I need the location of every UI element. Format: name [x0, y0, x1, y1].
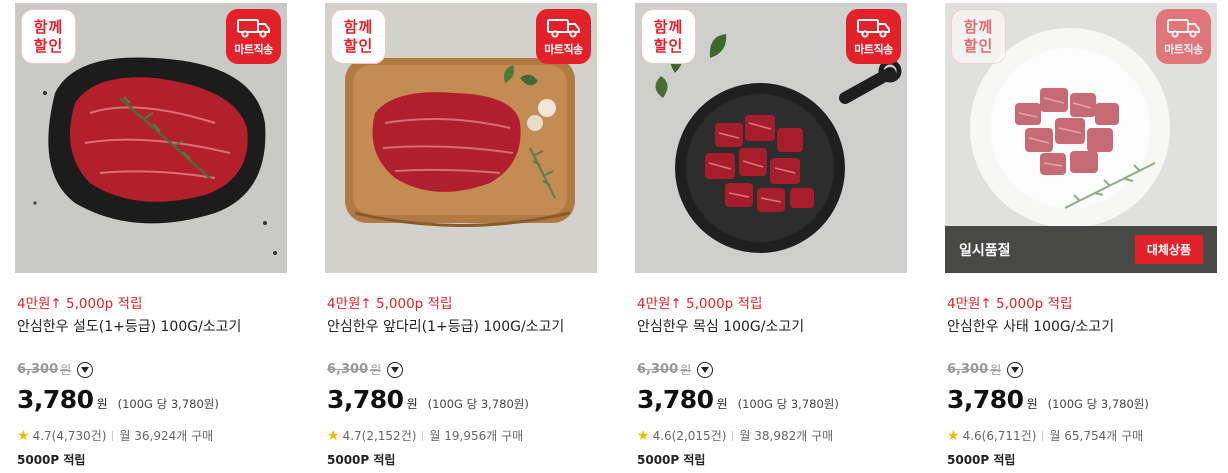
- original-price-unit: 원: [990, 363, 1002, 377]
- sale-price: 3,780: [17, 385, 94, 414]
- original-price-row: 6,300 원: [327, 361, 404, 378]
- mart-badge-label: 마트직송: [234, 42, 273, 56]
- soldout-bar: 일시품절 대체상품: [945, 226, 1217, 273]
- rating-row: ★ 4.7 (2,152건) 월 19,956개 구매: [327, 427, 523, 444]
- original-price-unit: 원: [60, 363, 72, 377]
- review-count[interactable]: (4,730건): [52, 427, 107, 444]
- original-price-row: 6,300 원: [637, 361, 714, 378]
- price-currency: 원: [406, 397, 418, 411]
- original-price: 6,300: [947, 362, 989, 377]
- sale-price: 3,780: [947, 385, 1024, 414]
- together-discount-badge: 함께 할인: [21, 9, 76, 64]
- rating-score: 4.7: [32, 428, 52, 443]
- monthly-purchases: 월 19,956개 구매: [429, 429, 524, 443]
- original-price-unit: 원: [680, 363, 692, 377]
- chevron-down-icon: [701, 366, 710, 373]
- rating-score: 4.7: [342, 428, 362, 443]
- rating-score: 4.6: [962, 428, 982, 443]
- mart-delivery-badge: 마트직송: [1156, 9, 1211, 64]
- sale-price-row: 3,780 원 (100G 당 3,780원): [947, 385, 1149, 414]
- reward-points: 5000P 적립: [947, 453, 1016, 467]
- mart-badge-label: 마트직송: [854, 42, 893, 56]
- mart-delivery-badge: 마트직송: [536, 9, 591, 64]
- unit-price: (100G 당 3,780원): [1047, 397, 1149, 411]
- together-discount-badge: 함께 할인: [951, 9, 1006, 64]
- together-discount-badge: 함께 할인: [641, 9, 696, 64]
- product-name[interactable]: 안심한우 설도(1+등급) 100G/소고기: [17, 316, 241, 336]
- star-icon: ★: [17, 427, 30, 444]
- divider: [732, 430, 734, 441]
- mart-badge-label: 마트직송: [544, 42, 583, 56]
- unit-price: (100G 당 3,780원): [737, 397, 839, 411]
- chevron-down-icon: [81, 366, 90, 373]
- truck-icon: [546, 18, 580, 38]
- reward-points: 5000P 적립: [327, 453, 396, 467]
- original-price-row: 6,300 원: [947, 361, 1024, 378]
- sale-price: 3,780: [637, 385, 714, 414]
- product-image[interactable]: 함께 할인 마트직송: [325, 3, 597, 273]
- original-price: 6,300: [637, 362, 679, 377]
- product-card[interactable]: 함께 할인 마트직송 일시품절 대체상품 4만원↑ 5,000p 적립 안심한우…: [945, 3, 1217, 473]
- product-image[interactable]: 함께 할인 마트직송: [15, 3, 287, 273]
- unit-price: (100G 당 3,780원): [427, 397, 529, 411]
- product-name[interactable]: 안심한우 사태 100G/소고기: [947, 316, 1114, 336]
- truck-icon: [236, 18, 270, 38]
- price-detail-toggle[interactable]: [387, 361, 404, 378]
- truck-icon: [1166, 18, 1200, 38]
- mart-badge-label: 마트직송: [1164, 42, 1203, 56]
- original-price-row: 6,300 원: [17, 361, 94, 378]
- price-currency: 원: [1026, 397, 1038, 411]
- divider: [112, 430, 114, 441]
- promo-text: 4만원↑ 5,000p 적립: [17, 296, 143, 312]
- monthly-purchases: 월 65,754개 구매: [1049, 429, 1144, 443]
- product-card[interactable]: 함께 할인 마트직송 4만원↑ 5,000p 적립 안심한우 목심 100G/소…: [635, 3, 907, 473]
- mart-delivery-badge: 마트직송: [226, 9, 281, 64]
- reward-points: 5000P 적립: [637, 453, 706, 467]
- product-image[interactable]: 함께 할인 마트직송 일시품절 대체상품: [945, 3, 1217, 273]
- rating-row: ★ 4.6 (2,015건) 월 38,982개 구매: [637, 427, 833, 444]
- product-image[interactable]: 함께 할인 마트직송: [635, 3, 907, 273]
- star-icon: ★: [947, 427, 960, 444]
- original-price: 6,300: [17, 362, 59, 377]
- original-price-unit: 원: [370, 363, 382, 377]
- promo-text: 4만원↑ 5,000p 적립: [637, 296, 763, 312]
- divider: [1042, 430, 1044, 441]
- chevron-down-icon: [391, 366, 400, 373]
- original-price: 6,300: [327, 362, 369, 377]
- product-card[interactable]: 함께 할인 마트직송 4만원↑ 5,000p 적립 안심한우 앞다리(1+등급)…: [325, 3, 597, 473]
- review-count[interactable]: (2,152건): [362, 427, 417, 444]
- promo-text: 4만원↑ 5,000p 적립: [947, 296, 1073, 312]
- reward-points: 5000P 적립: [17, 453, 86, 467]
- promo-text: 4만원↑ 5,000p 적립: [327, 296, 453, 312]
- sale-price-row: 3,780 원 (100G 당 3,780원): [637, 385, 839, 414]
- price-detail-toggle[interactable]: [1007, 361, 1024, 378]
- rating-row: ★ 4.7 (4,730건) 월 36,924개 구매: [17, 427, 213, 444]
- sale-price-row: 3,780 원 (100G 당 3,780원): [327, 385, 529, 414]
- product-card[interactable]: 함께 할인 마트직송 4만원↑ 5,000p 적립 안심한우 설도(1+등급) …: [15, 3, 287, 473]
- price-detail-toggle[interactable]: [77, 361, 94, 378]
- chevron-down-icon: [1011, 366, 1020, 373]
- price-detail-toggle[interactable]: [697, 361, 714, 378]
- review-count[interactable]: (2,015건): [672, 427, 727, 444]
- rating-row: ★ 4.6 (6,711건) 월 65,754개 구매: [947, 427, 1143, 444]
- product-name[interactable]: 안심한우 앞다리(1+등급) 100G/소고기: [327, 316, 564, 336]
- monthly-purchases: 월 38,982개 구매: [739, 429, 834, 443]
- rating-score: 4.6: [652, 428, 672, 443]
- price-currency: 원: [716, 397, 728, 411]
- product-name[interactable]: 안심한우 목심 100G/소고기: [637, 316, 804, 336]
- divider: [422, 430, 424, 441]
- sale-price: 3,780: [327, 385, 404, 414]
- alternative-product-button[interactable]: 대체상품: [1134, 235, 1203, 264]
- sale-price-row: 3,780 원 (100G 당 3,780원): [17, 385, 219, 414]
- truck-icon: [856, 18, 890, 38]
- mart-delivery-badge: 마트직송: [846, 9, 901, 64]
- soldout-label: 일시품절: [959, 242, 1011, 259]
- monthly-purchases: 월 36,924개 구매: [119, 429, 214, 443]
- star-icon: ★: [637, 427, 650, 444]
- unit-price: (100G 당 3,780원): [117, 397, 219, 411]
- price-currency: 원: [96, 397, 108, 411]
- review-count[interactable]: (6,711건): [982, 427, 1037, 444]
- star-icon: ★: [327, 427, 340, 444]
- together-discount-badge: 함께 할인: [331, 9, 386, 64]
